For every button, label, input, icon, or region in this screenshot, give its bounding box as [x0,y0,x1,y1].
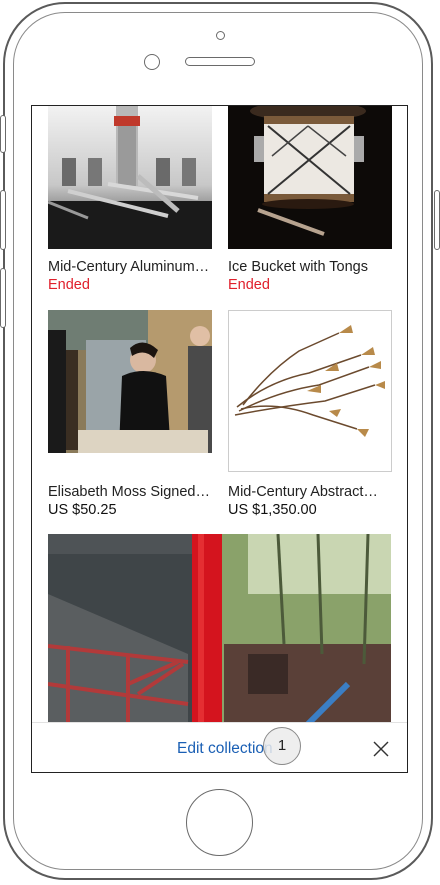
screen: Mid-Century Aluminum… Ended Ice Bucket w… [31,105,408,773]
item-image-house-deck[interactable] [48,534,391,724]
earpiece-speaker [185,57,255,66]
volume-down-button [0,268,6,328]
item-image-abstract-sculpture[interactable] [228,310,392,472]
silent-switch [0,115,6,153]
close-icon[interactable] [373,741,389,757]
power-button [434,190,440,250]
front-camera [216,31,225,40]
bottom-toolbar: Edit collection [32,722,407,772]
item-image-signed-photo[interactable] [48,310,212,453]
edit-collection-link[interactable]: Edit collection [177,740,273,758]
item-image-ice-bucket[interactable] [228,106,392,249]
volume-up-button [0,190,6,250]
item-status-ended: Ended [228,277,270,293]
item-title[interactable]: Ice Bucket with Tongs [228,259,394,275]
item-price: US $1,350.00 [228,502,317,518]
item-title[interactable]: Mid-Century Aluminum… [48,259,214,275]
home-button[interactable] [186,789,253,856]
item-price: US $50.25 [48,502,117,518]
item-title[interactable]: Mid-Century Abstract… [228,484,394,500]
item-title[interactable]: Elisabeth Moss Signed… [48,484,214,500]
proximity-sensor [144,54,160,70]
item-status-ended: Ended [48,277,90,293]
touch-indicator-badge: 1 [263,727,301,765]
item-image-aluminum-barware[interactable] [48,106,212,249]
